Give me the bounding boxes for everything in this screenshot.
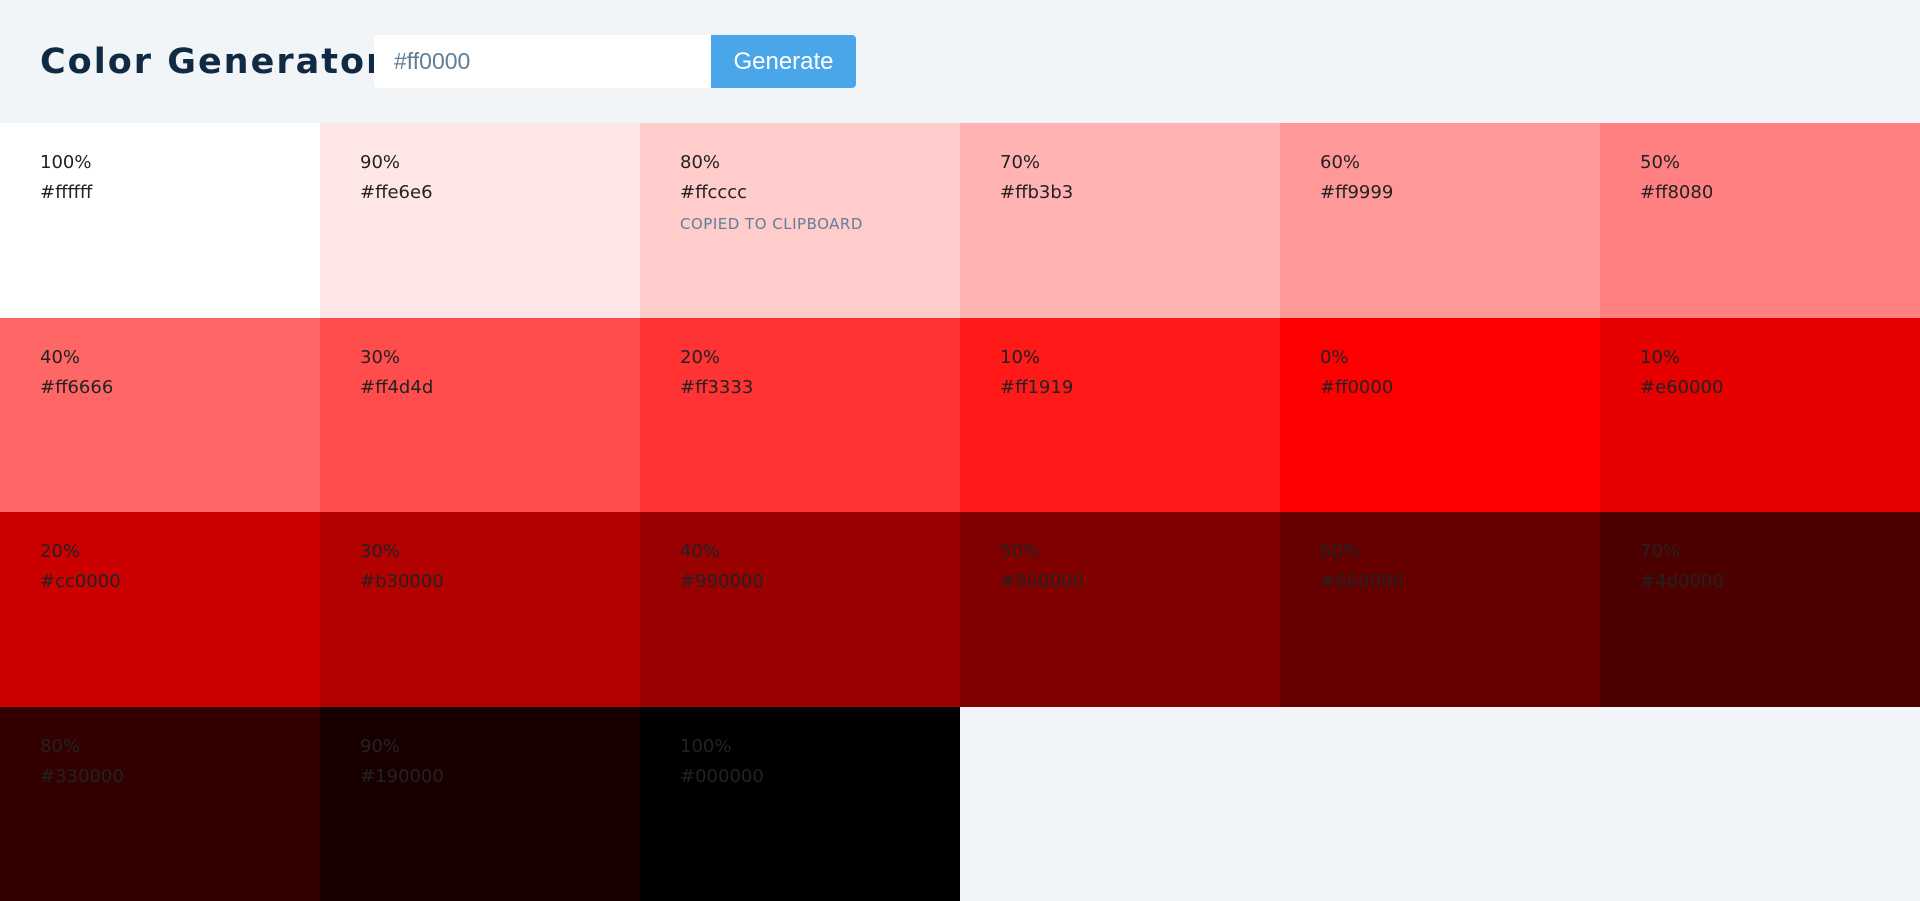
swatch-percent: 100%	[680, 732, 920, 762]
color-swatch[interactable]: 90%#190000	[320, 707, 640, 901]
swatch-hex-value: #ffb3b3	[1000, 178, 1240, 208]
swatch-percent: 50%	[1640, 148, 1880, 178]
color-swatch[interactable]: 60%#ff9999	[1280, 123, 1600, 318]
swatch-percent: 70%	[1640, 537, 1880, 567]
swatch-hex-value: #b30000	[360, 567, 600, 597]
color-swatch[interactable]: 20%#ff3333	[640, 318, 960, 513]
color-swatch[interactable]: 50%#ff8080	[1600, 123, 1920, 318]
swatch-percent: 10%	[1000, 343, 1240, 373]
swatch-hex-value: #ffcccc	[680, 178, 920, 208]
swatch-hex-value: #000000	[680, 762, 920, 792]
swatch-percent: 30%	[360, 343, 600, 373]
swatch-percent: 20%	[680, 343, 920, 373]
color-swatch[interactable]: 40%#990000	[640, 512, 960, 707]
swatch-percent: 60%	[1320, 537, 1560, 567]
swatch-percent: 70%	[1000, 148, 1240, 178]
swatch-hex-value: #190000	[360, 762, 600, 792]
swatch-hex-value: #ff8080	[1640, 178, 1880, 208]
color-swatch[interactable]: 70%#4d0000	[1600, 512, 1920, 707]
color-swatch[interactable]: 20%#cc0000	[0, 512, 320, 707]
swatch-hex-value: #ffffff	[40, 178, 280, 208]
swatch-percent: 50%	[1000, 537, 1240, 567]
swatch-percent: 90%	[360, 732, 600, 762]
swatch-hex-value: #990000	[680, 567, 920, 597]
color-input[interactable]	[374, 35, 711, 88]
color-swatch[interactable]: 100%#ffffff	[0, 123, 320, 318]
generate-button[interactable]: Generate	[711, 35, 856, 88]
swatch-hex-value: #ff1919	[1000, 373, 1240, 403]
swatch-hex-value: #ff3333	[680, 373, 920, 403]
swatch-percent: 90%	[360, 148, 600, 178]
swatch-percent: 80%	[680, 148, 920, 178]
swatch-hex-value: #ffe6e6	[360, 178, 600, 208]
color-swatch[interactable]: 10%#ff1919	[960, 318, 1280, 513]
swatch-percent: 20%	[40, 537, 280, 567]
copied-alert: COPIED TO CLIPBOARD	[680, 214, 920, 234]
color-swatch[interactable]: 60%#660000	[1280, 512, 1600, 707]
swatch-percent: 100%	[40, 148, 280, 178]
swatch-hex-value: #ff0000	[1320, 373, 1560, 403]
color-swatch[interactable]: 100%#000000	[640, 707, 960, 901]
color-swatch[interactable]: 50%#800000	[960, 512, 1280, 707]
color-swatch[interactable]: 90%#ffe6e6	[320, 123, 640, 318]
swatch-hex-value: #800000	[1000, 567, 1240, 597]
swatch-hex-value: #330000	[40, 762, 280, 792]
swatch-percent: 40%	[40, 343, 280, 373]
swatch-hex-value: #e60000	[1640, 373, 1880, 403]
color-swatch-grid: 100%#ffffff90%#ffe6e680%#ffccccCOPIED TO…	[0, 123, 1920, 901]
swatch-hex-value: #4d0000	[1640, 567, 1880, 597]
swatch-percent: 80%	[40, 732, 280, 762]
color-swatch[interactable]: 0%#ff0000	[1280, 318, 1600, 513]
page-title: Color Generator	[40, 40, 385, 85]
color-swatch[interactable]: 80%#ffcccc COPIED TO CLIPBOARD	[640, 123, 960, 318]
swatch-hex-value: #660000	[1320, 567, 1560, 597]
app-header: Color Generator Generate	[0, 0, 1920, 123]
color-swatch[interactable]: 40%#ff6666	[0, 318, 320, 513]
color-swatch[interactable]: 80%#330000	[0, 707, 320, 901]
color-swatch[interactable]: 30%#ff4d4d	[320, 318, 640, 513]
swatch-percent: 30%	[360, 537, 600, 567]
swatch-hex-value: #ff6666	[40, 373, 280, 403]
swatch-hex-value: #cc0000	[40, 567, 280, 597]
swatch-percent: 10%	[1640, 343, 1880, 373]
color-swatch[interactable]: 10%#e60000	[1600, 318, 1920, 513]
swatch-hex-value: #ff4d4d	[360, 373, 600, 403]
color-form: Generate	[374, 35, 856, 88]
swatch-hex-value: #ff9999	[1320, 178, 1560, 208]
color-swatch[interactable]: 30%#b30000	[320, 512, 640, 707]
color-swatch[interactable]: 70%#ffb3b3	[960, 123, 1280, 318]
swatch-percent: 40%	[680, 537, 920, 567]
swatch-percent: 0%	[1320, 343, 1560, 373]
swatch-percent: 60%	[1320, 148, 1560, 178]
